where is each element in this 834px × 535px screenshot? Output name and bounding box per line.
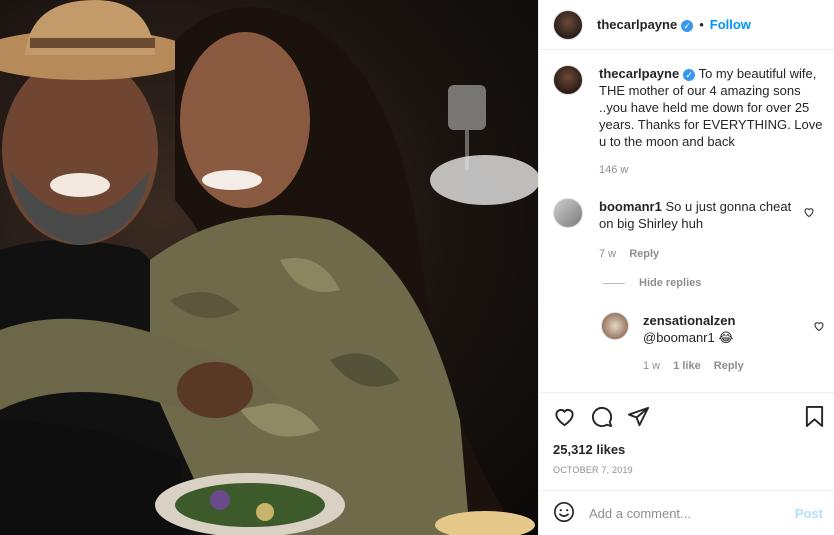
reply-body: zensationalzen @boomanr1 😂 1 w 1 like Re… — [643, 312, 803, 375]
reply-like-heart-icon[interactable] — [813, 320, 825, 335]
comment-icon[interactable] — [590, 405, 613, 428]
reply-reply-button[interactable]: Reply — [714, 360, 744, 372]
verified-badge-icon: ✓ — [681, 19, 694, 32]
caption-body: thecarlpayne ✓ To my beautiful wife, THE … — [599, 65, 823, 179]
comment-body: boomanr1 So u just gonna cheat on big Sh… — [599, 198, 809, 263]
comment-item: boomanr1 So u just gonna cheat on big Sh… — [553, 198, 823, 263]
comment-reply-button[interactable]: Reply — [629, 248, 659, 260]
bookmark-icon[interactable] — [804, 405, 825, 428]
post-date[interactable]: OCTOBER 7, 2019 — [553, 465, 633, 475]
post-side-panel: thecarlpayne ✓ • Follow thecarlpayne ✓ To my… — [538, 0, 834, 535]
reply-text: @boomanr1 😂 — [643, 330, 734, 345]
commenter-avatar[interactable] — [553, 198, 583, 228]
hide-replies-line — [603, 282, 625, 284]
likes-count[interactable]: 25,312 likes — [553, 442, 625, 457]
heart-icon[interactable] — [553, 405, 576, 428]
caption-username[interactable]: thecarlpayne — [599, 66, 679, 81]
emoji-icon[interactable] — [553, 501, 575, 526]
add-comment-bar: Add a comment... Post — [539, 490, 834, 535]
post-actions: 25,312 likes OCTOBER 7, 2019 — [539, 392, 834, 490]
author-username[interactable]: thecarlpayne — [597, 17, 677, 32]
hide-replies-toggle[interactable]: Hide replies — [603, 277, 701, 289]
author-avatar[interactable] — [553, 9, 583, 40]
reply-username[interactable]: zensationalzen — [643, 313, 735, 328]
post-comment-button[interactable]: Post — [795, 506, 823, 521]
reply-likes-count[interactable]: 1 like — [673, 360, 701, 372]
hide-replies-label: Hide replies — [639, 277, 702, 289]
comment-username[interactable]: boomanr1 — [599, 199, 662, 214]
share-icon[interactable] — [627, 405, 650, 428]
header-separator: • — [699, 17, 704, 32]
comments-list[interactable]: thecarlpayne ✓ To my beautiful wife, THE … — [539, 51, 834, 391]
comment-input[interactable]: Add a comment... — [589, 506, 795, 521]
instagram-post-view: thecarlpayne ✓ • Follow thecarlpayne ✓ To my… — [0, 0, 834, 535]
caption-avatar[interactable] — [553, 65, 583, 95]
post-photo[interactable] — [0, 0, 538, 535]
caption: thecarlpayne ✓ To my beautiful wife, THE … — [553, 65, 823, 179]
verified-badge-icon: ✓ — [683, 68, 696, 81]
reply-time[interactable]: 1 w — [643, 360, 660, 372]
replier-avatar[interactable] — [601, 312, 629, 340]
photo-illustration — [0, 0, 538, 535]
reply-item: zensationalzen @boomanr1 😂 1 w 1 like Re… — [601, 312, 825, 375]
action-icons — [553, 405, 650, 428]
follow-button[interactable]: Follow — [710, 17, 751, 32]
post-header: thecarlpayne ✓ • Follow — [539, 0, 834, 50]
comment-like-heart-icon[interactable] — [803, 206, 815, 221]
author-name-group: thecarlpayne ✓ • Follow — [597, 17, 751, 32]
caption-time[interactable]: 146 w — [599, 164, 628, 176]
comment-time[interactable]: 7 w — [599, 248, 616, 260]
